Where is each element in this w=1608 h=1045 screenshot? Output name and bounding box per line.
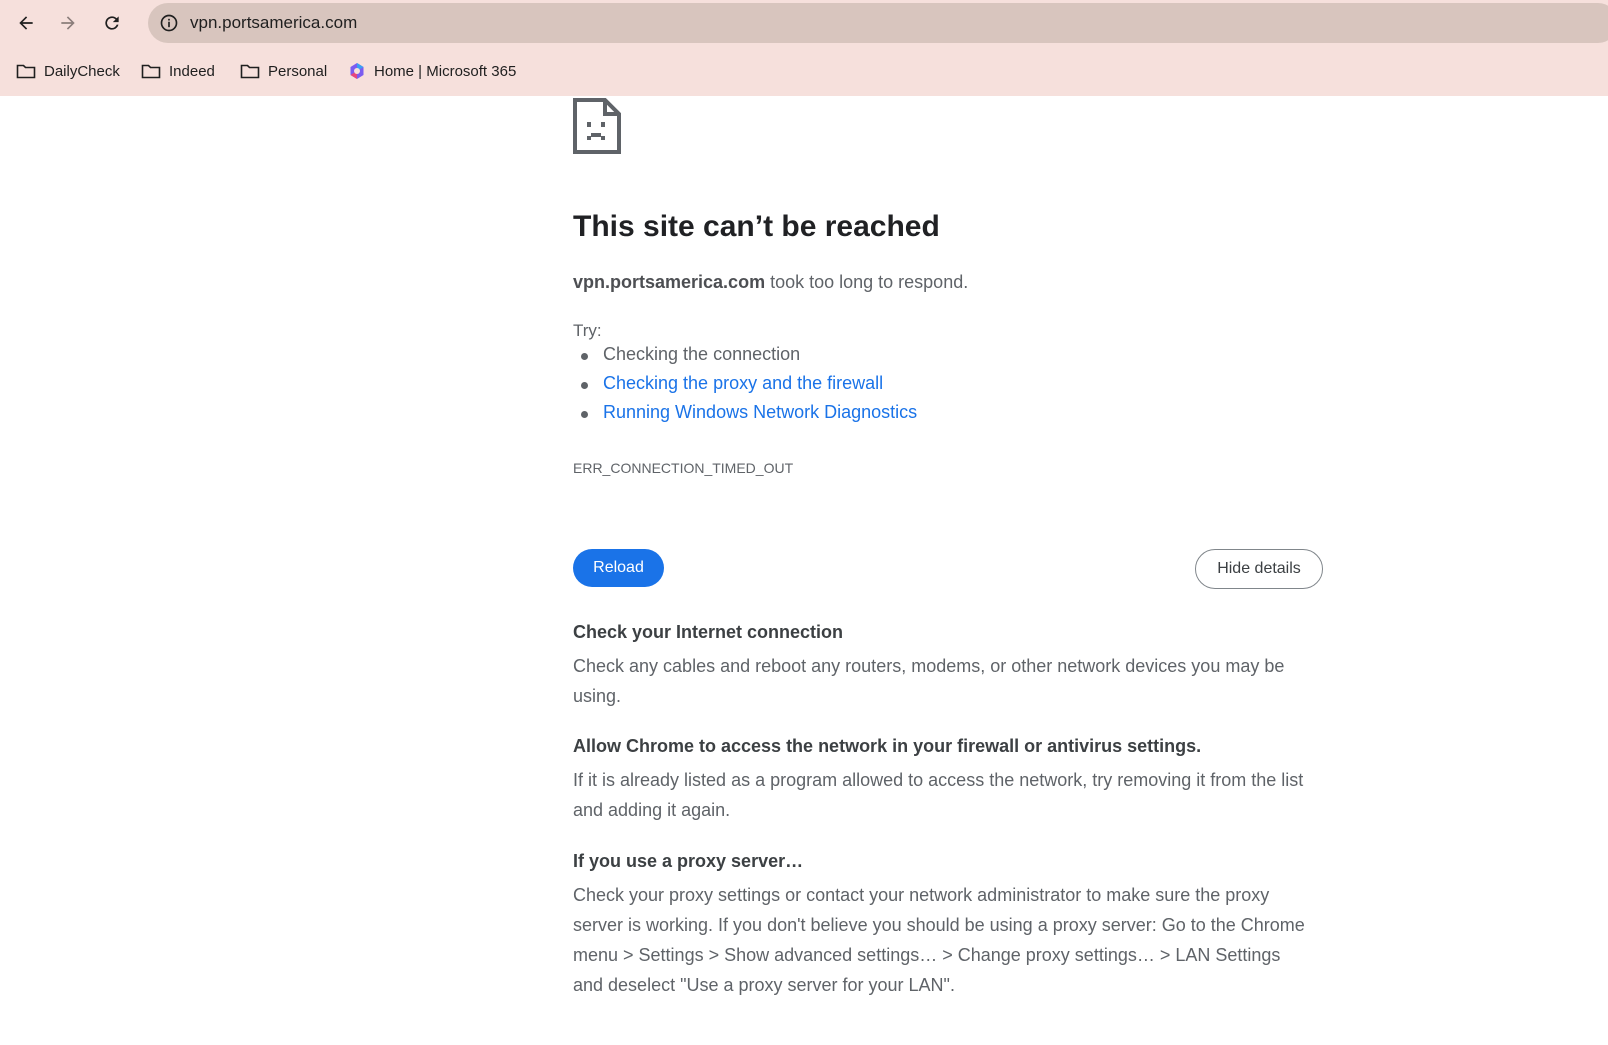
back-button[interactable] [9,6,43,40]
bookmark-indeed[interactable]: Indeed [141,59,215,83]
details-heading-internet: Check your Internet connection [573,622,844,642]
bookmark-dailycheck[interactable]: DailyCheck [16,59,120,83]
reload-button[interactable]: Reload [573,549,664,587]
suggestion-text[interactable]: Checking the proxy and the firewall [603,373,883,394]
bookmark-label: Indeed [169,62,215,80]
error-host: vpn.portsamerica.com [573,272,766,292]
suggestion-text[interactable]: Running Windows Network Diagnostics [603,402,917,423]
bookmark-label: Personal [268,62,328,80]
suggestion-checking-connection: Checking the connection [581,344,801,365]
bullet [581,353,588,360]
details-body-internet: Check any cables and reboot any routers,… [573,656,1285,706]
details-body-firewall: If it is already listed as a program all… [573,770,1304,820]
bookmarks-bar: DailyCheck Indeed Personal Home | Micros… [0,46,1608,96]
bookmark-microsoft-365[interactable]: Home | Microsoft 365 [348,59,516,83]
bullet [581,382,588,389]
forward-button[interactable] [51,6,85,40]
microsoft-365-icon [350,63,364,79]
folder-icon [141,64,161,79]
details-heading-firewall: Allow Chrome to access the network in yo… [573,736,1202,756]
error-code: ERR_CONNECTION_TIMED_OUT [573,460,794,476]
try-label: Try: [573,321,602,340]
details-heading-proxy: If you use a proxy server… [573,851,804,871]
site-info-icon[interactable] [156,10,182,36]
page-title: This site can’t be reached [573,210,940,243]
suggestion-network-diagnostics-link[interactable]: Running Windows Network Diagnostics [581,402,917,423]
bullet [581,411,588,418]
refresh-button[interactable] [95,6,129,40]
folder-icon [16,64,36,79]
browser-toolbar: vpn.portsamerica.com [0,0,1608,46]
url-text[interactable]: vpn.portsamerica.com [190,13,357,33]
sad-page-icon [573,98,621,154]
address-bar[interactable]: vpn.portsamerica.com [148,3,1608,43]
arrow-left-icon [19,16,33,30]
error-summary-text: took too long to respond. [765,272,969,292]
hide-details-button[interactable]: Hide details [1195,549,1323,589]
suggestion-proxy-firewall-link[interactable]: Checking the proxy and the firewall [581,373,883,394]
refresh-icon [105,16,119,30]
error-summary: vpn.portsamerica.com took too long to re… [573,272,968,293]
arrow-right-icon [61,16,75,30]
suggestion-text: Checking the connection [603,344,801,364]
bookmark-personal[interactable]: Personal [240,59,327,83]
bookmark-label: DailyCheck [44,62,120,80]
bookmark-label: Home | Microsoft 365 [374,62,517,80]
folder-icon [240,64,260,79]
details-body-proxy: Check your proxy settings or contact you… [573,885,1305,995]
